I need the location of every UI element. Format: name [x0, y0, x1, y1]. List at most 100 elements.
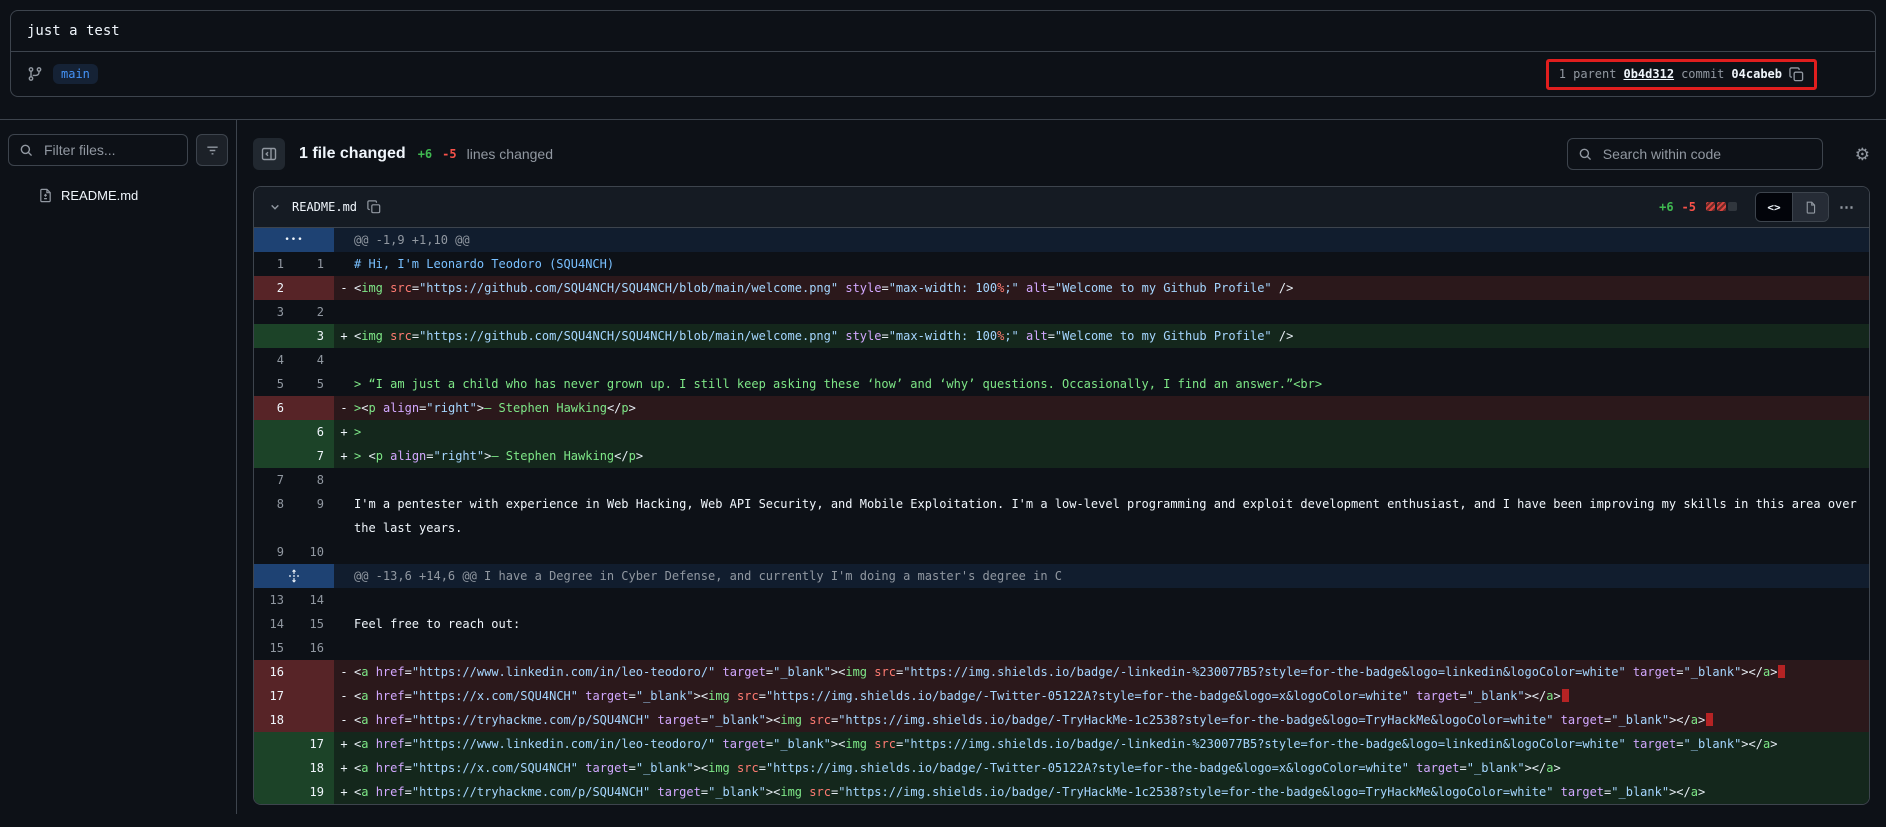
line-number-old[interactable]: 4 — [254, 348, 294, 372]
diff-sign — [334, 588, 354, 612]
code-line: > <p align="right">— Stephen Hawking</p> — [354, 444, 1869, 468]
line-number-new[interactable] — [294, 660, 334, 684]
rich-view-button[interactable] — [1792, 193, 1828, 221]
file-name[interactable]: README.md — [292, 200, 357, 214]
line-number-old[interactable]: 13 — [254, 588, 294, 612]
diff-sign — [334, 636, 354, 660]
code-line — [354, 348, 1869, 372]
diff-sign: - — [334, 276, 354, 300]
line-number-old[interactable]: 7 — [254, 468, 294, 492]
file-additions: +6 — [1659, 200, 1673, 214]
line-number-new[interactable]: 8 — [294, 468, 334, 492]
main-split: README.md 1 file changed +6 -5 lines cha… — [0, 119, 1886, 814]
diffstat-blocks — [1704, 198, 1737, 216]
line-number-old[interactable]: 18 — [254, 708, 294, 732]
line-number-old[interactable]: 15 — [254, 636, 294, 660]
line-number-old[interactable] — [254, 420, 294, 444]
code-view-button[interactable]: <> — [1756, 193, 1792, 221]
line-number-old[interactable] — [254, 756, 294, 780]
line-number-old[interactable]: 6 — [254, 396, 294, 420]
collapse-sidebar-button[interactable] — [253, 138, 285, 170]
code-line: I'm a pentester with experience in Web H… — [354, 492, 1869, 540]
search-within-code-input[interactable] — [1567, 138, 1823, 170]
line-number-new[interactable]: 17 — [294, 732, 334, 756]
line-number-new[interactable]: 2 — [294, 300, 334, 324]
line-number-new[interactable]: 14 — [294, 588, 334, 612]
diff-row: 910 — [254, 540, 1869, 564]
code-line: <a href="https://x.com/SQU4NCH" target="… — [354, 684, 1869, 708]
file-tree-sidebar: README.md — [0, 120, 237, 814]
line-number-new[interactable]: 15 — [294, 612, 334, 636]
line-number-new[interactable]: 5 — [294, 372, 334, 396]
branch-label[interactable]: main — [53, 64, 98, 84]
document-icon — [1804, 201, 1817, 214]
line-number-old[interactable]: 14 — [254, 612, 294, 636]
search-icon — [19, 143, 34, 158]
file-options-kebab[interactable]: ⋯ — [1837, 196, 1857, 218]
diff-sign — [334, 468, 354, 492]
line-number-new[interactable] — [294, 684, 334, 708]
line-number-old[interactable]: 16 — [254, 660, 294, 684]
collapse-file-button[interactable] — [266, 198, 284, 216]
settings-gear-icon[interactable]: ⚙ — [1855, 146, 1870, 163]
line-number-new[interactable]: 10 — [294, 540, 334, 564]
line-number-old[interactable]: 9 — [254, 540, 294, 564]
line-number-old[interactable]: 1 — [254, 252, 294, 276]
code-line: <a href="https://www.linkedin.com/in/leo… — [354, 732, 1869, 756]
copy-file-path-button[interactable] — [365, 198, 383, 216]
unfold-icon[interactable] — [287, 569, 301, 583]
line-number-new[interactable] — [294, 396, 334, 420]
line-number-new[interactable]: 7 — [294, 444, 334, 468]
line-number-old[interactable]: 3 — [254, 300, 294, 324]
line-number-old[interactable] — [254, 324, 294, 348]
file-filter-button[interactable] — [196, 134, 228, 166]
commit-page: just a test main 1 parent 0b4d312 commit… — [0, 10, 1886, 814]
trailing-whitespace-marker — [1778, 665, 1785, 678]
diff-sign — [334, 372, 354, 396]
diff-row: 32 — [254, 300, 1869, 324]
line-number-old[interactable] — [254, 444, 294, 468]
file-tree-item-readme[interactable]: README.md — [8, 182, 228, 209]
commit-header: just a test main 1 parent 0b4d312 commit… — [10, 10, 1876, 97]
line-number-new[interactable] — [294, 708, 334, 732]
line-number-old[interactable]: 17 — [254, 684, 294, 708]
diff-row: 19+<a href="https://tryhackme.com/p/SQU4… — [254, 780, 1869, 804]
line-number-new[interactable]: 16 — [294, 636, 334, 660]
line-number-new[interactable]: 6 — [294, 420, 334, 444]
diff-row: 18-<a href="https://tryhackme.com/p/SQU4… — [254, 708, 1869, 732]
parent-sha-link[interactable]: 0b4d312 — [1623, 67, 1674, 81]
code-line: @@ -1,9 +1,10 @@ — [354, 228, 1869, 252]
diff-sign: + — [334, 420, 354, 444]
line-number-new[interactable]: 3 — [294, 324, 334, 348]
line-number-old[interactable]: 8 — [254, 492, 294, 540]
code-line: @@ -13,6 +14,6 @@ I have a Degree in Cyb… — [354, 564, 1869, 588]
line-number-new[interactable]: 4 — [294, 348, 334, 372]
code-line — [354, 300, 1869, 324]
diff-row: 2-<img src="https://github.com/SQU4NCH/S… — [254, 276, 1869, 300]
copy-icon — [367, 200, 381, 214]
diff-row: 16-<a href="https://www.linkedin.com/in/… — [254, 660, 1869, 684]
toolbar-additions: +6 — [418, 147, 432, 161]
line-number-old[interactable]: 5 — [254, 372, 294, 396]
line-number-new[interactable]: 18 — [294, 756, 334, 780]
hunk-dots-icon[interactable]: ••• — [284, 228, 303, 252]
sidebar-panel-icon — [261, 146, 277, 162]
diff-sign: + — [334, 324, 354, 348]
filter-files-field[interactable] — [42, 141, 177, 159]
line-number-new[interactable]: 19 — [294, 780, 334, 804]
trailing-whitespace-marker — [1562, 689, 1569, 702]
file-tree: README.md — [8, 182, 228, 209]
commit-message-row: just a test — [11, 11, 1875, 52]
line-number-old[interactable]: 2 — [254, 276, 294, 300]
filter-files-input[interactable] — [8, 134, 188, 166]
search-within-code-field[interactable] — [1601, 145, 1812, 163]
line-number-old[interactable] — [254, 732, 294, 756]
line-number-old[interactable] — [254, 780, 294, 804]
line-number-new[interactable] — [294, 276, 334, 300]
copy-icon[interactable] — [1789, 67, 1804, 82]
line-number-new[interactable]: 9 — [294, 492, 334, 540]
diff-sign: + — [334, 780, 354, 804]
diff-sign: - — [334, 708, 354, 732]
line-number-new[interactable]: 1 — [294, 252, 334, 276]
commit-sha: 04cabeb — [1731, 67, 1782, 81]
